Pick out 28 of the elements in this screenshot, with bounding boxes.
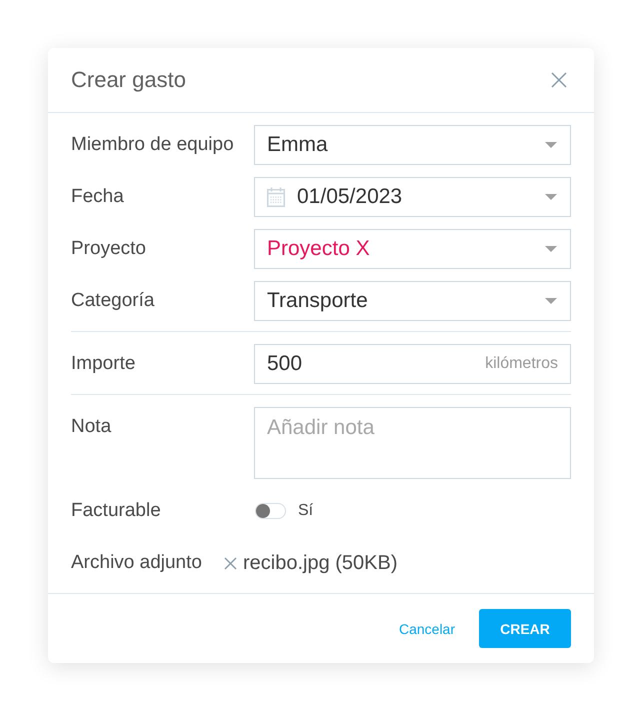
caret-icon [545, 194, 557, 200]
field-label: Fecha [71, 185, 125, 209]
dropdown[interactable]: Proyecto X [254, 229, 571, 269]
amount-field[interactable]: 500 kilómetros [254, 344, 571, 384]
field-label: Nota [71, 415, 112, 439]
remove-attachment-button[interactable] [224, 556, 237, 570]
close-button[interactable] [551, 72, 567, 88]
field-label: Importe [71, 352, 136, 376]
dialog-title: Crear gasto [71, 67, 186, 93]
file-name: recibo.jpg (50KB) [242, 552, 398, 574]
toggle-switch[interactable] [255, 503, 286, 519]
dropdown[interactable]: Transporte [254, 281, 571, 321]
toggle-label: Sí [298, 502, 314, 520]
field-label: Miembro de equipo [71, 133, 235, 157]
note-field[interactable]: Añadir nota [254, 407, 571, 479]
close-icon [551, 72, 567, 88]
caret-icon [545, 298, 557, 304]
field-label: Proyecto [71, 237, 147, 261]
field-label: Archivo adjunto [71, 551, 202, 575]
close-icon [224, 556, 237, 570]
calendar-icon [267, 187, 285, 207]
dropdown[interactable]: Emma [254, 125, 571, 165]
field-label: Facturable [71, 499, 162, 523]
caret-icon [545, 246, 557, 252]
field-label: Categoría [71, 289, 156, 313]
caret-icon [545, 142, 557, 148]
date-dropdown[interactable]: 01/05/2023 [254, 177, 571, 217]
unit-suffix: kilómetros [485, 355, 558, 373]
